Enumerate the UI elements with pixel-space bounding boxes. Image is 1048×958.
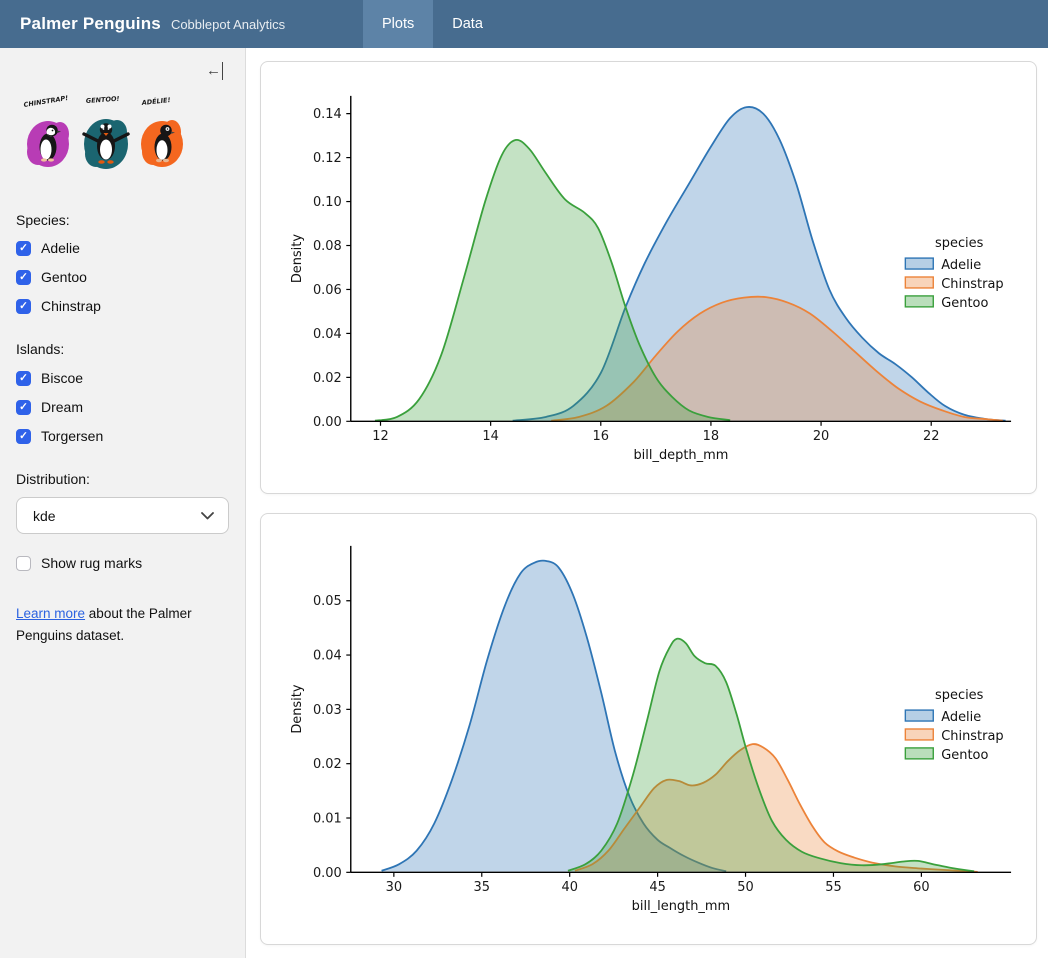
svg-text:0.08: 0.08 bbox=[313, 239, 342, 254]
svg-text:35: 35 bbox=[474, 880, 490, 895]
svg-text:Chinstrap: Chinstrap bbox=[941, 729, 1003, 744]
checkbox-island-dream-box[interactable] bbox=[16, 400, 31, 415]
svg-text:60: 60 bbox=[913, 880, 929, 895]
app-subtitle: Cobblepot Analytics bbox=[171, 17, 285, 32]
checkbox-island-dream[interactable]: Dream bbox=[16, 399, 229, 415]
card-bill-length: 30 35 40 45 50 55 60 0.00 0.01 0.02 0.03 0.04 0.05 bi… bbox=[260, 513, 1037, 945]
svg-text:GENTOO!: GENTOO! bbox=[86, 95, 120, 105]
checkbox-species-chinstrap-box[interactable] bbox=[16, 299, 31, 314]
islands-group-label: Islands: bbox=[16, 341, 229, 357]
checkbox-species-gentoo[interactable]: Gentoo bbox=[16, 269, 229, 285]
checkbox-island-torgersen-box[interactable] bbox=[16, 429, 31, 444]
species-group-label: Species: bbox=[16, 212, 229, 228]
svg-text:55: 55 bbox=[825, 880, 841, 895]
svg-text:Adelie: Adelie bbox=[941, 710, 981, 725]
chinstrap-penguin-art: CHINSTRAP! bbox=[23, 94, 69, 167]
tab-plots[interactable]: Plots bbox=[363, 0, 433, 48]
svg-text:Chinstrap: Chinstrap bbox=[941, 277, 1003, 292]
svg-text:30: 30 bbox=[386, 880, 402, 895]
svg-text:0.00: 0.00 bbox=[313, 415, 342, 430]
density-plot-bill-depth: 12 14 16 18 20 22 0.00 0.02 0.04 0.06 0.08 0.10 0.12… bbox=[261, 62, 1036, 493]
svg-text:14: 14 bbox=[482, 429, 498, 444]
navbar-tabs: Plots Data bbox=[363, 0, 502, 48]
distribution-label: Distribution: bbox=[16, 471, 229, 487]
penguins-artwork: CHINSTRAP! GENTOO! bbox=[16, 92, 188, 180]
svg-text:Gentoo: Gentoo bbox=[941, 748, 988, 763]
app-title: Palmer Penguins bbox=[20, 14, 161, 34]
svg-text:12: 12 bbox=[372, 429, 388, 444]
svg-text:0.04: 0.04 bbox=[313, 327, 342, 342]
svg-text:Gentoo: Gentoo bbox=[941, 296, 988, 311]
svg-text:Adelie: Adelie bbox=[941, 258, 981, 273]
svg-text:bill_depth_mm: bill_depth_mm bbox=[633, 448, 728, 463]
main-content: 12 14 16 18 20 22 0.00 0.02 0.04 0.06 0.08 0.10 0.12… bbox=[246, 48, 1048, 958]
checkbox-species-adelie[interactable]: Adelie bbox=[16, 240, 229, 256]
checkbox-species-adelie-box[interactable] bbox=[16, 241, 31, 256]
svg-text:ADÉLIE!: ADÉLIE! bbox=[140, 95, 171, 107]
svg-text:0.04: 0.04 bbox=[313, 649, 342, 664]
learn-more-link[interactable]: Learn more bbox=[16, 606, 85, 621]
svg-text:20: 20 bbox=[813, 429, 829, 444]
checkbox-show-rug-marks[interactable]: Show rug marks bbox=[16, 555, 229, 571]
checkbox-species-gentoo-box[interactable] bbox=[16, 270, 31, 285]
svg-text:bill_length_mm: bill_length_mm bbox=[632, 899, 730, 914]
svg-text:45: 45 bbox=[649, 880, 665, 895]
svg-text:0.14: 0.14 bbox=[313, 107, 342, 122]
svg-text:0.02: 0.02 bbox=[313, 371, 342, 386]
card-bill-depth: 12 14 16 18 20 22 0.00 0.02 0.04 0.06 0.08 0.10 0.12… bbox=[260, 61, 1037, 494]
svg-text:50: 50 bbox=[737, 880, 753, 895]
collapse-sidebar-icon[interactable]: ← bbox=[206, 62, 223, 80]
adelie-penguin-art: ADÉLIE! bbox=[140, 95, 183, 167]
svg-text:0.12: 0.12 bbox=[313, 151, 342, 166]
sidebar: ← CHINSTRAP! bbox=[0, 48, 246, 958]
svg-text:0.02: 0.02 bbox=[313, 757, 342, 772]
svg-text:species: species bbox=[935, 236, 984, 251]
svg-text:species: species bbox=[935, 688, 984, 703]
svg-text:0.06: 0.06 bbox=[313, 283, 342, 298]
dataset-note: Learn more about the Palmer Penguins dat… bbox=[16, 603, 224, 646]
svg-text:18: 18 bbox=[703, 429, 719, 444]
brand: Palmer Penguins Cobblepot Analytics bbox=[0, 0, 363, 48]
checkbox-species-chinstrap[interactable]: Chinstrap bbox=[16, 298, 229, 314]
distribution-select-value: kde bbox=[33, 508, 56, 524]
density-plot-bill-length: 30 35 40 45 50 55 60 0.00 0.01 0.02 0.03 0.04 0.05 bi… bbox=[261, 514, 1036, 944]
svg-text:0.03: 0.03 bbox=[313, 703, 342, 718]
svg-text:Density: Density bbox=[290, 684, 305, 733]
checkbox-island-biscoe[interactable]: Biscoe bbox=[16, 370, 229, 386]
svg-text:22: 22 bbox=[923, 429, 939, 444]
svg-text:0.05: 0.05 bbox=[313, 594, 342, 609]
navbar: Palmer Penguins Cobblepot Analytics Plot… bbox=[0, 0, 1048, 48]
checkbox-show-rug-marks-box[interactable] bbox=[16, 556, 31, 571]
svg-text:Density: Density bbox=[290, 234, 305, 283]
svg-text:CHINSTRAP!: CHINSTRAP! bbox=[23, 94, 69, 109]
tab-data[interactable]: Data bbox=[433, 0, 502, 48]
svg-text:0.00: 0.00 bbox=[313, 866, 342, 881]
svg-text:0.01: 0.01 bbox=[313, 812, 342, 827]
distribution-select[interactable]: kde bbox=[16, 497, 229, 534]
checkbox-island-torgersen[interactable]: Torgersen bbox=[16, 428, 229, 444]
checkbox-island-biscoe-box[interactable] bbox=[16, 371, 31, 386]
gentoo-penguin-art: GENTOO! bbox=[84, 95, 128, 169]
svg-text:40: 40 bbox=[561, 880, 577, 895]
chevron-down-icon bbox=[201, 512, 214, 520]
svg-text:16: 16 bbox=[593, 429, 609, 444]
svg-text:0.10: 0.10 bbox=[313, 195, 342, 210]
